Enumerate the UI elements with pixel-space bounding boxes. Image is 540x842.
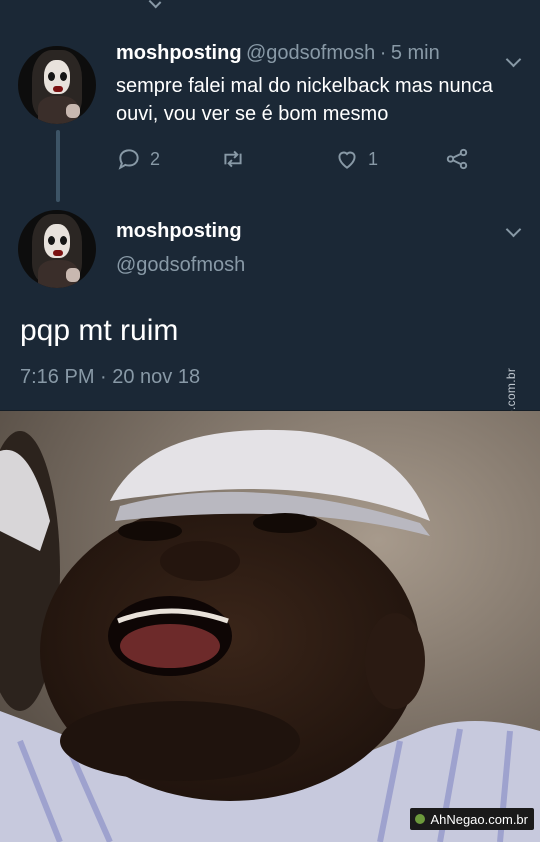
display-name[interactable]: moshposting bbox=[116, 220, 242, 243]
separator: · bbox=[379, 42, 387, 64]
tweet-actions: 2 1 bbox=[0, 146, 540, 176]
retweet-icon bbox=[224, 150, 242, 168]
tweet-reply-parent[interactable]: moshposting @godsofmosh · 5 min sempre f… bbox=[0, 26, 540, 210]
share-button[interactable] bbox=[444, 146, 478, 172]
tweet-detail: moshposting @godsofmosh pqp mt ruim 7:16… bbox=[0, 210, 540, 410]
avatar[interactable] bbox=[18, 46, 96, 124]
display-name[interactable]: moshposting bbox=[116, 42, 242, 64]
tweet-text: sempre falei mal do nickelback mas nunca… bbox=[116, 75, 493, 125]
top-bar bbox=[0, 0, 540, 26]
share-icon bbox=[446, 148, 468, 170]
like-count: 1 bbox=[368, 148, 379, 169]
chevron-down-icon bbox=[148, 0, 162, 9]
meme-photo: AhNegao.com.br bbox=[0, 411, 540, 842]
avatar[interactable] bbox=[18, 210, 96, 288]
handle[interactable]: @godsofmosh bbox=[116, 254, 245, 277]
ahnegao-logo-icon bbox=[415, 814, 426, 824]
tweet-timestamp: 7:16 PM · 20 nov 18 bbox=[20, 366, 201, 388]
like-button[interactable]: 1 bbox=[334, 146, 378, 172]
handle[interactable]: @godsofmosh bbox=[246, 42, 375, 64]
chevron-down-icon[interactable] bbox=[505, 51, 522, 68]
tweet-text: pqp mt ruim bbox=[20, 314, 179, 347]
reply-icon bbox=[118, 149, 139, 170]
tweet-time: 5 min bbox=[390, 42, 440, 64]
retweet-button[interactable] bbox=[220, 146, 254, 172]
laughing-person-image bbox=[0, 411, 540, 842]
tweet-header: moshposting @godsofmosh · 5 min bbox=[116, 42, 440, 65]
chevron-down-icon[interactable] bbox=[505, 221, 522, 238]
watermark-badge: AhNegao.com.br bbox=[410, 808, 534, 830]
reply-button[interactable]: 2 bbox=[116, 146, 160, 172]
heart-icon bbox=[338, 151, 356, 169]
reply-count: 2 bbox=[150, 148, 161, 169]
